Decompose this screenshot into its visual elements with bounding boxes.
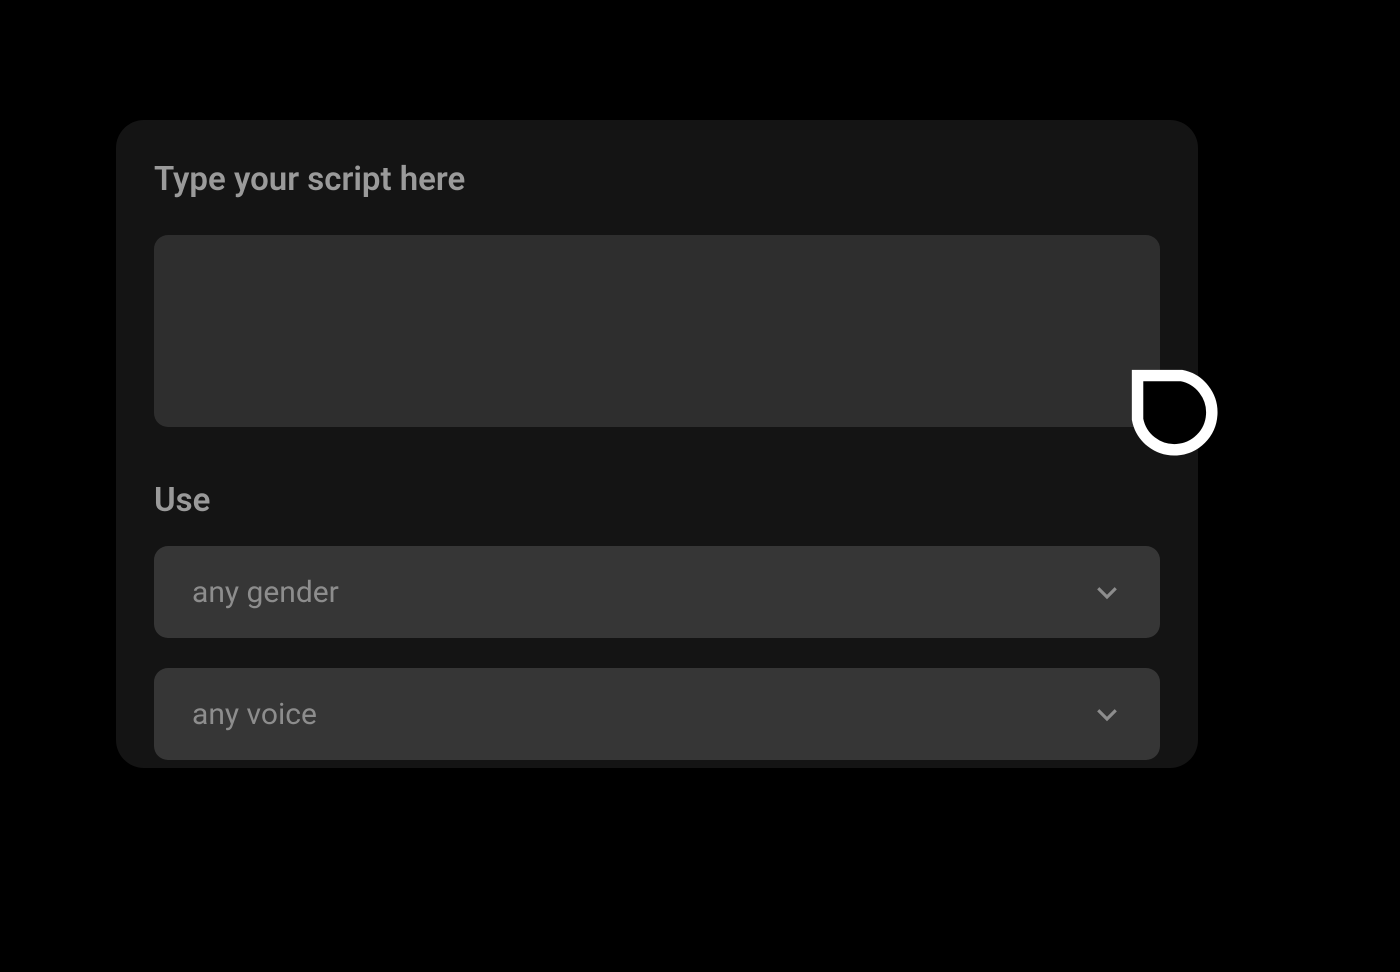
chat-bubble-icon[interactable] — [1120, 358, 1230, 468]
script-heading: Type your script here — [154, 160, 1160, 199]
gender-select-label: any gender — [192, 575, 339, 610]
script-input[interactable] — [154, 235, 1160, 427]
use-heading: Use — [154, 481, 1160, 520]
voice-select-label: any voice — [192, 697, 317, 732]
chevron-down-icon — [1092, 699, 1122, 729]
gender-select[interactable]: any gender — [154, 546, 1160, 638]
chevron-down-icon — [1092, 577, 1122, 607]
script-card: Type your script here Use any gender any… — [116, 120, 1198, 768]
voice-select[interactable]: any voice — [154, 668, 1160, 760]
